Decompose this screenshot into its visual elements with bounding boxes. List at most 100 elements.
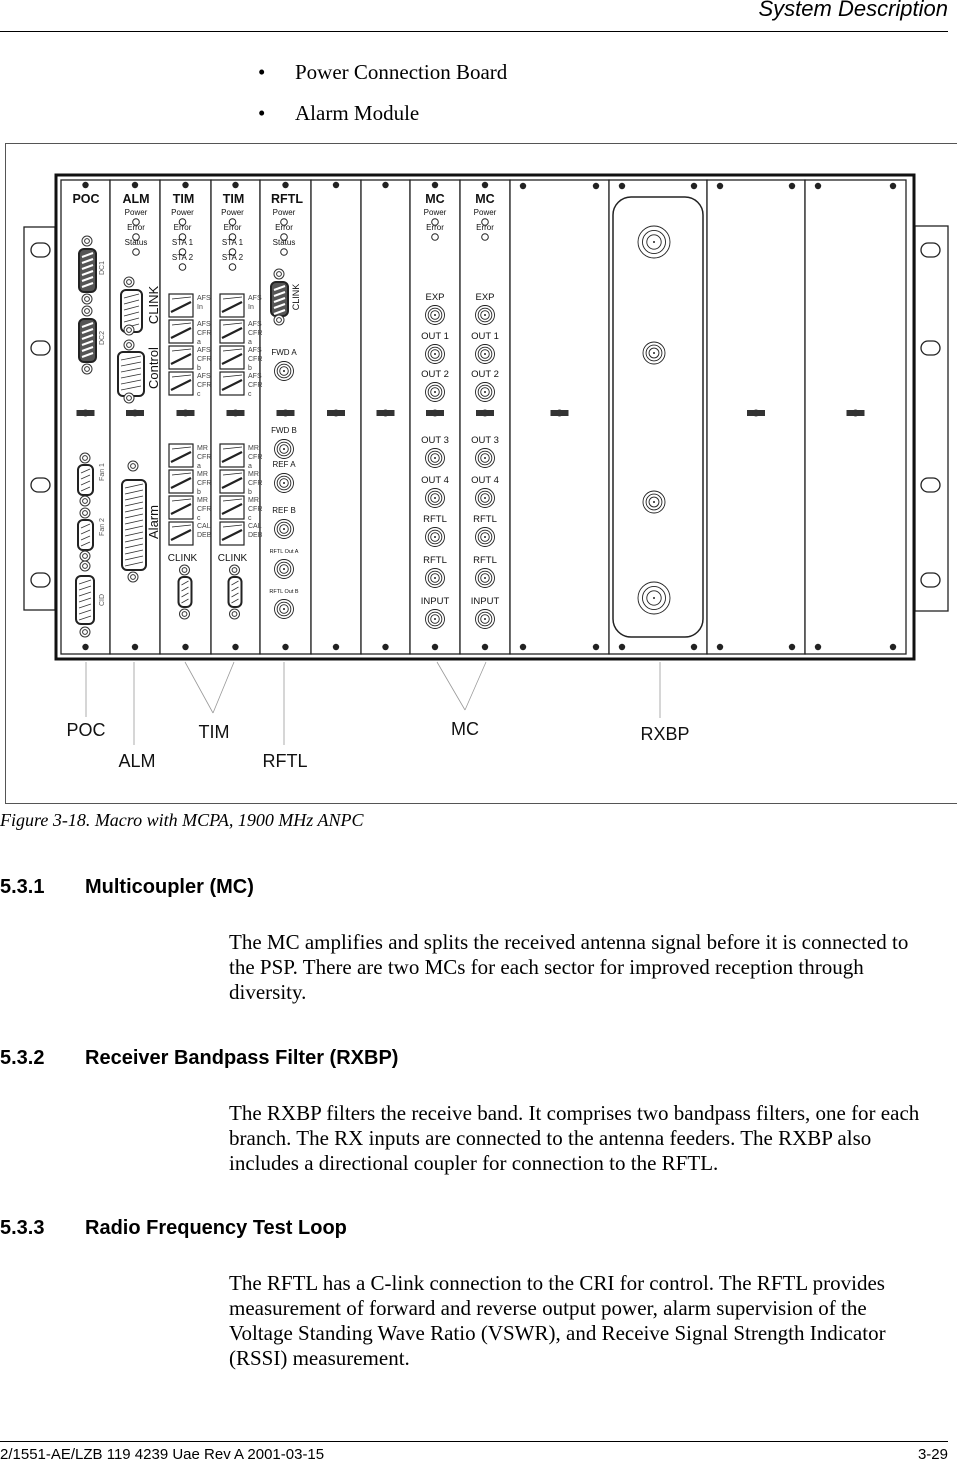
callout-line — [464, 661, 487, 711]
right-mounting-ear — [914, 225, 949, 612]
port-label: AFS — [197, 295, 211, 302]
port-label: AFS — [248, 321, 262, 328]
slot-panel — [310, 179, 362, 655]
callout-line — [184, 661, 214, 714]
mc-port-label: RFTL — [473, 514, 497, 525]
connector-screw-icon — [123, 276, 135, 288]
callout-mc: MC — [451, 719, 479, 739]
handle-knob-icon — [382, 409, 389, 417]
coax-pin-icon — [484, 457, 486, 459]
screw-icon — [618, 643, 626, 651]
coax-pin-icon — [283, 482, 285, 484]
mc-port-label: OUT 1 — [471, 331, 499, 342]
footer-rule — [0, 1441, 948, 1442]
coax-pin-icon — [283, 568, 285, 570]
coax-pin-icon — [434, 457, 436, 459]
mc-port-label: OUT 2 — [421, 369, 449, 380]
screw-icon — [332, 643, 340, 651]
alm-control-label: Control — [146, 347, 161, 389]
section-heading: 5.3.3 Radio Frequency Test Loop — [0, 1217, 347, 1240]
port-label: MR — [197, 497, 208, 504]
unit-title-tim: TIM — [173, 192, 195, 206]
rftl-port-label: FWD B — [271, 426, 297, 435]
led-label: STA 1 — [172, 238, 194, 247]
led-label: Power — [221, 208, 244, 217]
port-label: c — [197, 515, 201, 522]
callout-tim: TIM — [199, 722, 230, 742]
rftl-clink-label: CLINK — [291, 284, 301, 311]
led-icon — [481, 233, 489, 241]
handle-knob-icon — [131, 409, 139, 417]
tim-clink-label: CLINK — [218, 553, 248, 564]
callout-poc: POC — [66, 720, 105, 740]
callout-alm: ALM — [118, 751, 155, 771]
screw-icon — [814, 182, 822, 190]
footer-doc-id: 2/1551-AE/LZB 119 4239 Uae Rev A 2001-03… — [0, 1446, 325, 1463]
port-label: CFR — [248, 330, 262, 337]
mc-port-label: EXP — [475, 292, 494, 303]
screw-icon — [382, 181, 389, 189]
led-label: Error — [127, 223, 145, 232]
port-label: In — [248, 304, 254, 311]
rxbp-filter-body — [612, 196, 704, 638]
connector-screw-icon — [79, 626, 91, 638]
coax-pin-icon — [484, 536, 486, 538]
connector-screw-icon — [127, 571, 139, 583]
port-label: AFS — [197, 347, 211, 354]
port-label: CFR — [197, 454, 211, 461]
coax-pin-icon — [283, 528, 285, 530]
port-label: CAL — [197, 523, 211, 530]
mc-port-label: INPUT — [471, 596, 500, 607]
coax-pin-icon — [434, 391, 436, 393]
port-label: b — [248, 489, 252, 496]
port-label: DEB — [197, 532, 212, 539]
rftl-port-label: RFTL Out B — [269, 589, 298, 595]
screw-icon — [431, 181, 439, 189]
mc-port-label: OUT 4 — [421, 475, 449, 486]
unit-title-tim: TIM — [223, 192, 245, 206]
poc-connector-label: DC2 — [99, 331, 106, 345]
rack-diagram: POC DC1 DC2 Fan 1 Fan 2 CID ALM Power Error Statu… — [23, 173, 949, 771]
led-label: Error — [174, 223, 192, 232]
footer-page-number: 3-29 — [917, 1446, 948, 1463]
screw-icon — [131, 643, 139, 651]
screw-icon — [232, 643, 239, 651]
screw-icon — [889, 643, 897, 651]
screw-icon — [82, 643, 89, 651]
connector-screw-icon — [81, 363, 93, 375]
led-icon — [280, 248, 288, 256]
coax-pin-icon — [434, 618, 436, 620]
mc-port-label: OUT 4 — [471, 475, 499, 486]
port-label: a — [197, 463, 201, 470]
coax-pin-icon — [653, 352, 655, 354]
fan1-connector — [77, 464, 94, 496]
coax-pin-icon — [653, 597, 655, 599]
port-label: AFS — [248, 373, 262, 380]
port-label: AFS — [248, 347, 262, 354]
rftl-port-label: REF A — [272, 460, 296, 469]
slot-panel — [509, 179, 610, 655]
mounting-hole-icon — [30, 572, 51, 588]
unit-title-alm: ALM — [122, 192, 149, 206]
handle-knob-icon — [481, 409, 489, 417]
poc-connector-label: DC1 — [99, 261, 106, 275]
screw-icon — [282, 643, 289, 651]
connector-screw-icon — [79, 507, 91, 519]
handle-knob-icon — [182, 409, 189, 417]
connector-screw-icon — [229, 608, 240, 620]
coax-pin-icon — [484, 618, 486, 620]
handle-knob-icon — [282, 409, 289, 417]
screw-icon — [332, 181, 340, 189]
led-label: Power — [424, 208, 447, 217]
connector-screw-icon — [179, 564, 190, 576]
poc-connector-label: Fan 2 — [99, 518, 106, 536]
coax-pin-icon — [434, 536, 436, 538]
port-label: AFS — [248, 295, 262, 302]
led-label: Power — [273, 208, 296, 217]
port-label: CFR — [248, 454, 262, 461]
screw-icon — [889, 182, 897, 190]
led-label: STA 1 — [222, 238, 244, 247]
led-label: Power — [125, 208, 148, 217]
port-label: CAL — [248, 523, 262, 530]
handle-knob-icon — [232, 409, 239, 417]
